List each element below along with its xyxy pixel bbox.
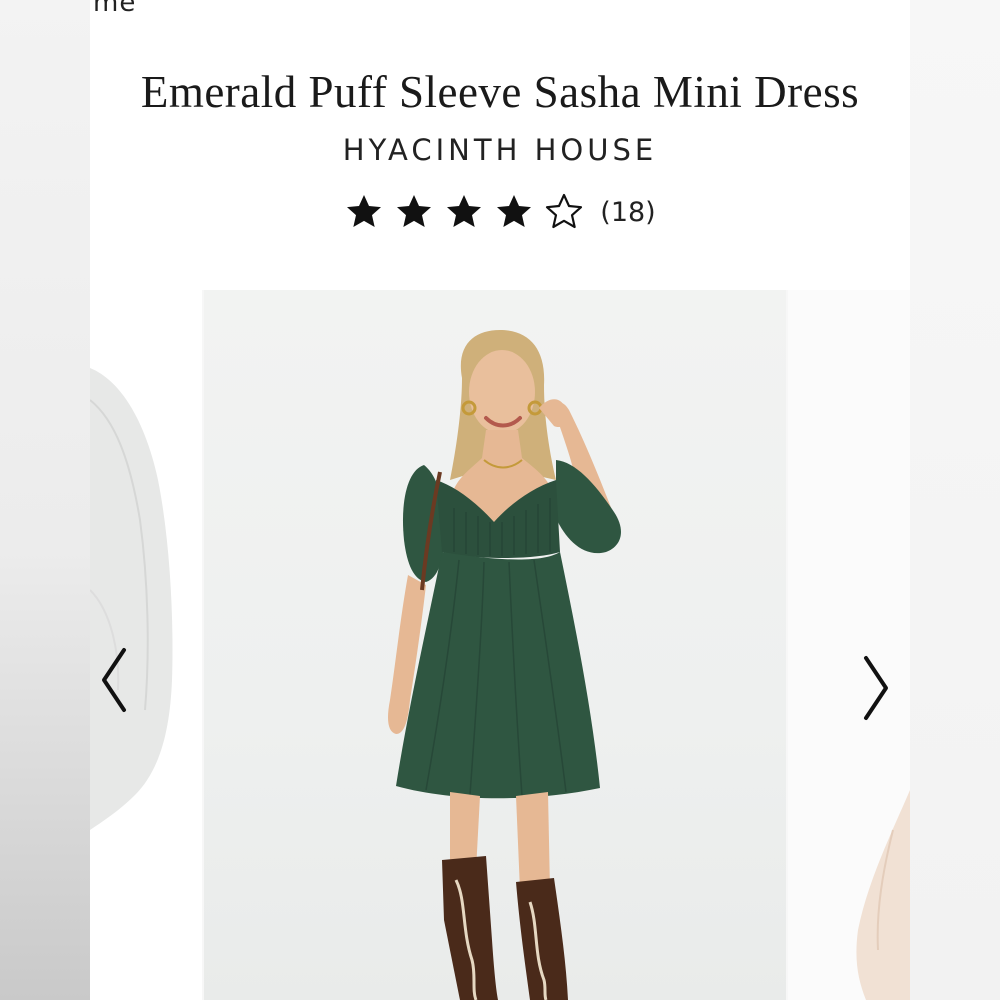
star-filled-icon — [497, 195, 532, 227]
previous-image-button[interactable] — [90, 640, 138, 720]
product-title: Emerald Puff Sleeve Sasha Mini Dress — [140, 67, 860, 117]
left-backdrop — [0, 0, 90, 1000]
star-filled-icon — [347, 195, 382, 227]
star-outline-icon — [546, 193, 583, 229]
main-product-image[interactable] — [204, 290, 786, 1000]
image-gallery — [90, 290, 910, 1000]
truncated-header-text: me — [93, 0, 137, 18]
next-slide-image — [856, 790, 910, 1000]
product-page: me Emerald Puff Sleeve Sasha Mini Dress … — [0, 0, 1000, 1000]
chevron-right-icon — [864, 656, 888, 720]
star-filled-icon — [397, 195, 432, 227]
next-image-button[interactable] — [852, 648, 900, 728]
next-slide-preview[interactable] — [788, 290, 910, 1000]
chevron-left-icon — [102, 648, 126, 712]
star-filled-icon — [447, 195, 482, 227]
model-photo — [388, 330, 621, 1000]
product-rating[interactable]: (18) — [90, 192, 910, 232]
product-brand[interactable]: HYACINTH HOUSE — [90, 133, 910, 167]
product-card: me Emerald Puff Sleeve Sasha Mini Dress … — [90, 0, 910, 1000]
review-count[interactable]: (18) — [600, 197, 655, 228]
right-backdrop — [910, 0, 1000, 1000]
